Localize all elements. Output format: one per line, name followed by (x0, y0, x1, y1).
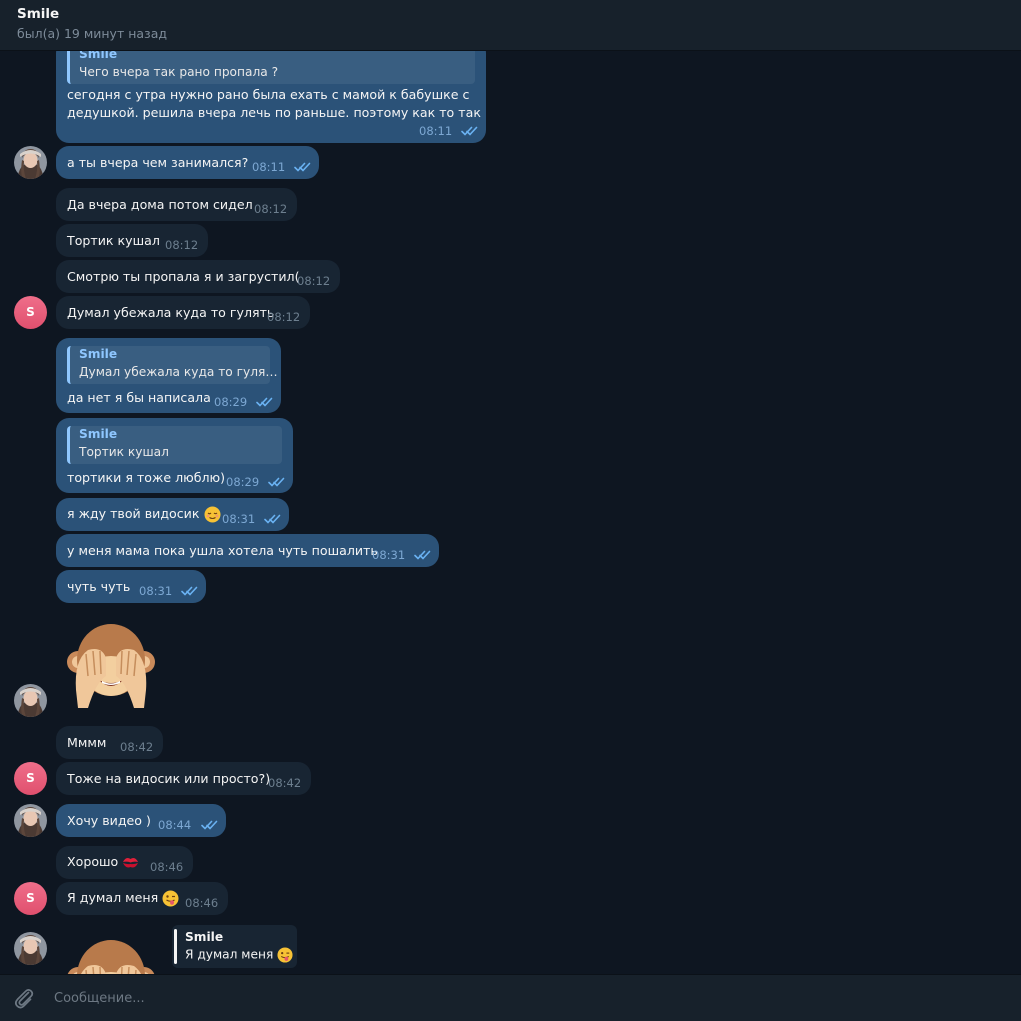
message-time: 08:29 (214, 395, 248, 409)
avatar[interactable] (14, 804, 47, 837)
message-text: Тоже на видосик или просто?) (67, 771, 271, 786)
chat-window: Smile был(а) 19 минут назад Smile Чего в… (0, 0, 1021, 1021)
double-check-icon (461, 126, 479, 136)
reply-text: Тортик кушал (79, 445, 169, 459)
monkey-see-no-evil-sticker[interactable] (66, 620, 156, 710)
reply-quote[interactable]: Smile Думал убежала куда то гуля… (67, 346, 278, 384)
chat-title[interactable]: Smile (17, 6, 59, 22)
reply-author: Smile (185, 930, 224, 944)
reply-text: Думал убежала куда то гуля… (79, 365, 278, 379)
message-text: Хорошо (67, 854, 119, 869)
avatar[interactable] (14, 684, 47, 717)
winking-tongue-emoji (277, 947, 293, 963)
message-time: 08:12 (297, 274, 331, 288)
message-outgoing[interactable]: а ты вчера чем занимался? 08:11 (56, 146, 319, 179)
message-text: дедушкой. решила вчера лечь по раньше. п… (67, 105, 481, 120)
avatar[interactable]: S (14, 882, 47, 915)
chat-header[interactable]: Smile был(а) 19 минут назад (0, 0, 1021, 51)
reply-author: Smile (79, 347, 118, 361)
user-photo-icon (14, 146, 47, 179)
message-text: Хочу видео ) (67, 813, 151, 828)
message-time: 08:31 (372, 548, 406, 562)
message-incoming[interactable]: Да вчера дома потом сидел 08:12 (56, 188, 297, 221)
monkey-see-no-evil-sticker[interactable] (66, 936, 156, 974)
message-incoming[interactable]: Тортик кушал 08:12 (56, 224, 208, 257)
message-time: 08:12 (254, 202, 288, 216)
message-text: сегодня с утра нужно рано была ехать с м… (67, 87, 470, 102)
message-time: 08:31 (139, 584, 173, 598)
message-text: чуть чуть (67, 579, 131, 594)
message-text: у меня мама пока ушла хотела чуть пошали… (67, 543, 378, 558)
message-time: 08:29 (226, 475, 260, 489)
message-outgoing[interactable]: Хочу видео ) 08:44 (56, 804, 226, 837)
reply-quote[interactable]: Smile Чего вчера так рано пропала ? (67, 46, 475, 84)
message-incoming[interactable]: Тоже на видосик или просто?) 08:42 (56, 762, 311, 795)
message-time: 08:42 (120, 740, 154, 754)
reply-bar (174, 929, 177, 964)
reply-text: Чего вчера так рано пропала ? (79, 65, 279, 79)
message-outgoing[interactable]: у меня мама пока ушла хотела чуть пошали… (56, 534, 439, 567)
winking-tongue-emoji (162, 890, 179, 907)
message-time: 08:11 (252, 160, 286, 174)
reply-text: Я думал меня (185, 947, 274, 962)
message-time: 08:44 (158, 818, 192, 832)
message-text: Да вчера дома потом сидел (67, 197, 253, 212)
message-text: Я думал меня (67, 890, 159, 905)
user-photo-icon (14, 932, 47, 965)
double-check-icon (201, 820, 219, 830)
double-check-icon (181, 586, 199, 596)
message-outgoing[interactable]: Smile Думал убежала куда то гуля… да нет… (56, 338, 281, 413)
message-incoming[interactable]: Я думал меня 08:46 (56, 882, 228, 915)
message-time: 08:31 (222, 512, 256, 526)
message-time: 08:11 (419, 124, 453, 138)
last-seen-status: был(а) 19 минут назад (17, 26, 167, 41)
message-text: я жду твой видосик (67, 506, 200, 521)
message-text: да нет я бы написала (67, 390, 211, 405)
double-check-icon (268, 477, 286, 487)
relieved-face-emoji (204, 506, 220, 523)
avatar[interactable]: S (14, 762, 47, 795)
message-text: а ты вчера чем занимался? (67, 155, 249, 170)
message-text: Смотрю ты пропала я и загрустил( (67, 269, 300, 284)
message-input[interactable] (52, 985, 956, 1011)
message-incoming[interactable]: Смотрю ты пропала я и загрустил( 08:12 (56, 260, 340, 293)
message-outgoing[interactable]: я жду твой видосик 08:31 (56, 498, 289, 531)
message-composer (0, 974, 1021, 1021)
reply-author: Smile (79, 427, 118, 441)
double-check-icon (414, 550, 432, 560)
message-time: 08:46 (185, 896, 219, 910)
sticker-reply-quote[interactable]: Smile Я думал меня (172, 925, 297, 968)
message-incoming[interactable]: Мммм 08:42 (56, 726, 163, 759)
message-incoming[interactable]: Думал убежала куда то гулять 08:12 (56, 296, 310, 329)
message-outgoing[interactable]: чуть чуть 08:31 (56, 570, 206, 603)
message-text: Мммм (67, 735, 107, 750)
message-time: 08:42 (268, 776, 302, 790)
message-outgoing[interactable]: Smile Тортик кушал тортики я тоже люблю)… (56, 418, 293, 493)
double-check-icon (264, 514, 282, 524)
message-text: Думал убежала куда то гулять (67, 305, 275, 320)
user-photo-icon (14, 684, 47, 717)
user-photo-icon (14, 804, 47, 837)
kiss-mark-emoji (123, 858, 139, 868)
message-time: 08:46 (150, 860, 184, 874)
double-check-icon (294, 162, 312, 172)
avatar[interactable]: S (14, 296, 47, 329)
attach-icon[interactable] (12, 986, 36, 1010)
message-time: 08:12 (267, 310, 301, 324)
sticker-clip (66, 936, 158, 974)
avatar[interactable] (14, 146, 47, 179)
message-outgoing[interactable]: Smile Чего вчера так рано пропала ? сего… (56, 40, 486, 143)
double-check-icon (256, 397, 274, 407)
message-incoming[interactable]: Хорошо 08:46 (56, 846, 193, 879)
message-text: Тортик кушал (67, 233, 160, 248)
message-text: тортики я тоже люблю) (67, 470, 226, 485)
message-time: 08:12 (165, 238, 199, 252)
avatar[interactable] (14, 932, 47, 965)
reply-quote[interactable]: Smile Тортик кушал (67, 426, 282, 464)
